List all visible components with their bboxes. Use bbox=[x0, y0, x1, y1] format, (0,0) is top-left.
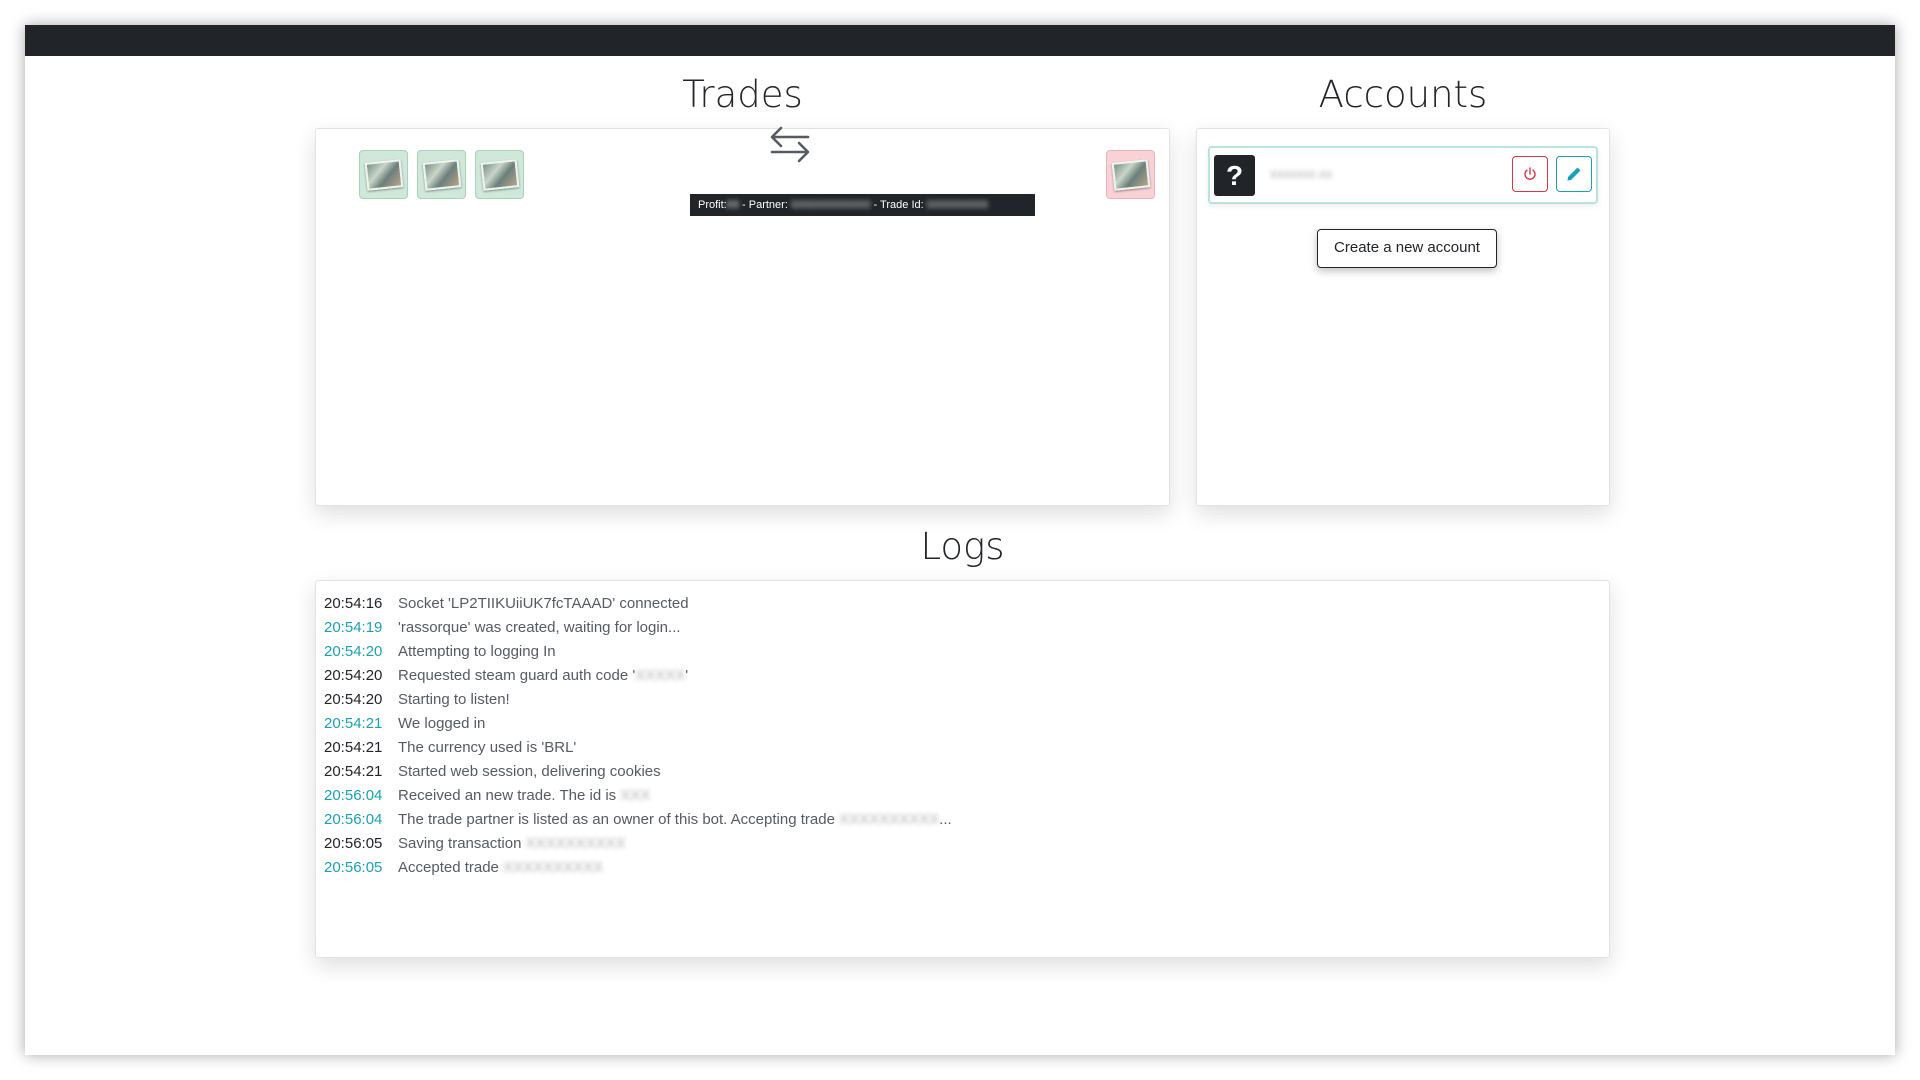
log-entry: 20:54:20 Starting to listen! bbox=[324, 688, 952, 712]
redacted-profit: 88 bbox=[726, 199, 739, 211]
log-message: Accepted trade bbox=[398, 859, 504, 876]
power-icon bbox=[1524, 167, 1536, 180]
accounts-title: Accounts bbox=[1318, 73, 1488, 116]
profit-label: Profit: bbox=[698, 199, 727, 211]
account-item[interactable]: ? xxxxxxx.xx bbox=[1208, 146, 1598, 204]
log-message: Requested steam guard auth code ' bbox=[398, 667, 636, 684]
redacted-value: XXXXXXXXXX bbox=[525, 835, 626, 852]
log-entry: 20:54:16 Socket 'LP2TIIKUiiUK7fcTAAAD' co… bbox=[324, 592, 952, 616]
log-timestamp: 20:54:20 bbox=[324, 691, 383, 708]
account-name-redacted: xxxxxxx.xx bbox=[1270, 166, 1333, 181]
log-list: 20:54:16 Socket 'LP2TIIKUiiUK7fcTAAAD' co… bbox=[324, 592, 952, 880]
item-image-icon bbox=[1111, 158, 1150, 191]
log-message: Started web session, delivering cookies bbox=[398, 763, 661, 780]
log-message-suffix: ... bbox=[939, 811, 952, 828]
create-account-button[interactable]: Create a new account bbox=[1317, 229, 1497, 268]
log-entry: 20:56:05 Accepted trade XXXXXXXXXX bbox=[324, 856, 952, 880]
log-entry: 20:54:20 Attempting to logging In bbox=[324, 640, 952, 664]
log-message: We logged in bbox=[398, 715, 486, 732]
redacted-partner: 0000000000000 bbox=[790, 199, 871, 211]
redacted-trade-id: 0000000000 bbox=[926, 199, 988, 211]
log-message: Socket 'LP2TIIKUiiUK7fcTAAAD' connected bbox=[398, 595, 689, 612]
log-timestamp: 20:54:21 bbox=[324, 739, 383, 756]
redacted-value: XXXXX bbox=[635, 667, 686, 684]
trade-info-tooltip: Profit:88 - Partner: 0000000000000 - Tra… bbox=[690, 194, 1035, 216]
log-entry: 20:56:04 Received an new trade. The id is… bbox=[324, 784, 952, 808]
log-entry: 20:54:21 The currency used is 'BRL' bbox=[324, 736, 952, 760]
trade-id-label: - Trade Id: bbox=[870, 199, 924, 211]
log-message: Saving transaction bbox=[398, 835, 526, 852]
redacted-value: XXXXXXXXXX bbox=[503, 859, 604, 876]
log-entry: 20:54:20 Requested steam guard auth code … bbox=[324, 664, 952, 688]
log-timestamp: 20:56:04 bbox=[324, 787, 383, 804]
redacted-value: XXXXXXXXXX bbox=[839, 811, 940, 828]
item-image-icon bbox=[422, 158, 461, 191]
power-button[interactable] bbox=[1512, 156, 1548, 192]
log-message: 'rassorque' was created, waiting for log… bbox=[398, 619, 681, 636]
log-timestamp: 20:56:04 bbox=[324, 811, 383, 828]
account-avatar: ? bbox=[1214, 155, 1255, 196]
log-timestamp: 20:54:19 bbox=[324, 619, 383, 636]
item-image-icon bbox=[364, 158, 403, 191]
logs-title: Logs bbox=[920, 525, 1005, 568]
log-message: The trade partner is listed as an owner … bbox=[398, 811, 840, 828]
trade-item-given[interactable] bbox=[475, 150, 524, 199]
log-message: Attempting to logging In bbox=[398, 643, 556, 660]
edit-button[interactable] bbox=[1556, 156, 1592, 192]
log-entry: 20:56:05 Saving transaction XXXXXXXXXX bbox=[324, 832, 952, 856]
log-timestamp: 20:54:21 bbox=[324, 763, 383, 780]
log-message: Received an new trade. The id is bbox=[398, 787, 621, 804]
trade-item-received[interactable] bbox=[1106, 150, 1155, 199]
log-entry: 20:56:04 The trade partner is listed as a… bbox=[324, 808, 952, 832]
log-timestamp: 20:54:16 bbox=[324, 595, 383, 612]
partner-label: - Partner: bbox=[738, 199, 788, 211]
log-timestamp: 20:56:05 bbox=[324, 859, 383, 876]
item-image-icon bbox=[480, 158, 519, 191]
log-timestamp: 20:56:05 bbox=[324, 835, 383, 852]
log-timestamp: 20:54:20 bbox=[324, 667, 383, 684]
log-message: Starting to listen! bbox=[398, 691, 510, 708]
log-entry: 20:54:19 'rassorque' was created, waiting… bbox=[324, 616, 952, 640]
log-message-suffix: ' bbox=[685, 667, 689, 684]
pencil-icon bbox=[1567, 167, 1581, 181]
redacted-value: XXX bbox=[620, 787, 651, 804]
log-entry: 20:54:21 We logged in bbox=[324, 712, 952, 736]
trade-item-given[interactable] bbox=[417, 150, 466, 199]
log-timestamp: 20:54:20 bbox=[324, 643, 383, 660]
swap-arrows-icon bbox=[770, 126, 810, 163]
trade-item-given[interactable] bbox=[359, 150, 408, 199]
log-timestamp: 20:54:21 bbox=[324, 715, 383, 732]
log-message: The currency used is 'BRL' bbox=[398, 739, 577, 756]
log-entry: 20:54:21 Started web session, delivering … bbox=[324, 760, 952, 784]
top-navbar bbox=[25, 25, 1895, 56]
trades-title: Trades bbox=[682, 73, 803, 116]
